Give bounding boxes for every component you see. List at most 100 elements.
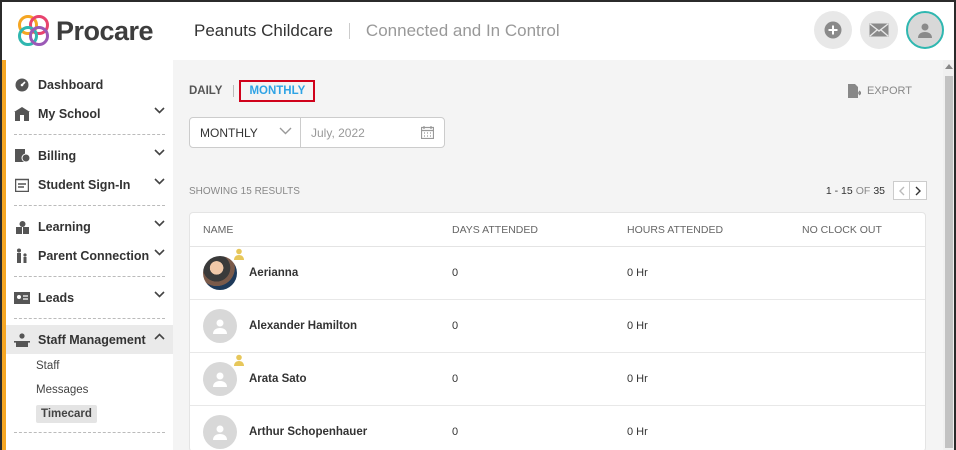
sidebar-item-my-school[interactable]: My School (6, 99, 173, 128)
chevron-up-icon (154, 333, 165, 340)
sidebar-item-student-sign-in[interactable]: Student Sign-In (6, 170, 173, 199)
column-header-hours-attended[interactable]: HOURS ATTENDED (627, 224, 802, 236)
sidebar-item-label: Leads (38, 290, 75, 305)
chevron-right-icon (915, 186, 921, 195)
sidebar-subitem-label: Timecard (36, 405, 97, 423)
sidebar-item-label: My School (38, 106, 101, 121)
parent-icon (14, 248, 30, 264)
chevron-down-icon (279, 127, 292, 135)
staff-name[interactable]: Alexander Hamilton (249, 320, 357, 332)
avatar (203, 354, 244, 396)
sidebar-divider (14, 134, 165, 135)
column-header-no-clock-out[interactable]: NO CLOCK OUT (802, 224, 925, 236)
staff-name[interactable]: Arata Sato (249, 373, 307, 385)
sidebar-divider (14, 318, 165, 319)
user-placeholder-icon (213, 425, 227, 440)
sidebar-item-label: Parent Connection (38, 248, 150, 263)
days-attended: 0 (452, 373, 459, 385)
sidebar-item-dashboard[interactable]: Dashboard (6, 70, 173, 99)
page-scrollbar[interactable] (943, 60, 954, 450)
procare-logo[interactable]: Procare (16, 13, 194, 49)
export-file-icon (847, 84, 861, 98)
staff-icon (14, 332, 30, 348)
sidebar-subitem-timecard[interactable]: Timecard (6, 402, 173, 426)
envelope-icon (869, 23, 889, 37)
staff-name[interactable]: Arthur Schopenhauer (249, 426, 367, 438)
days-attended: 0 (452, 267, 459, 279)
user-avatar-button[interactable] (906, 11, 944, 49)
results-count: SHOWING 15 RESULTS (189, 186, 300, 197)
user-placeholder-icon (213, 319, 227, 334)
user-icon (918, 23, 932, 38)
tab-daily[interactable]: DAILY (189, 85, 222, 97)
user-placeholder-icon (213, 372, 227, 387)
admin-badge-icon (234, 354, 244, 366)
plus-circle-icon (824, 21, 842, 39)
sidebar-item-label: Dashboard (38, 77, 104, 92)
chevron-down-icon (154, 178, 165, 185)
column-header-days-attended[interactable]: DAYS ATTENDED (452, 224, 627, 236)
sidebar-subitem-label: Messages (36, 384, 89, 396)
header-divider (348, 23, 350, 39)
sign-in-icon (14, 177, 30, 193)
period-select[interactable]: MONTHLY (190, 118, 301, 147)
messages-button[interactable] (860, 11, 898, 49)
period-filter: MONTHLY July, 2022 (189, 117, 445, 148)
pagination: 1 - 15 OF 35 (826, 181, 927, 200)
school-icon (14, 106, 30, 122)
view-tabs: DAILY MONTHLY (189, 80, 316, 102)
tab-monthly[interactable]: MONTHLY (239, 80, 316, 102)
sidebar-divider (14, 276, 165, 277)
chevron-down-icon (154, 107, 165, 114)
hours-attended: 0 Hr (627, 426, 648, 438)
chevron-down-icon (154, 249, 165, 256)
table-row[interactable]: Alexander Hamilton 0 0 Hr (190, 300, 925, 353)
pagination-of: OF (855, 184, 871, 197)
hours-attended: 0 Hr (627, 320, 648, 332)
avatar (203, 309, 237, 343)
export-button[interactable]: EXPORT (847, 84, 912, 98)
dashboard-icon (14, 77, 30, 93)
add-button[interactable] (814, 11, 852, 49)
sidebar-divider (14, 432, 165, 433)
sidebar-item-parent-connection[interactable]: Parent Connection (6, 241, 173, 270)
sidebar-subitem-label: Staff (36, 360, 60, 372)
table-row[interactable]: Arata Sato 0 0 Hr (190, 353, 925, 406)
column-header-name[interactable]: NAME (190, 224, 452, 236)
table-row[interactable]: Aerianna 0 0 Hr (190, 247, 925, 300)
scroll-up-arrow-icon[interactable] (945, 64, 953, 69)
sidebar-item-learning[interactable]: Learning (6, 212, 173, 241)
hours-attended: 0 Hr (627, 373, 648, 385)
top-bar: Procare Peanuts Childcare Connected and … (2, 2, 954, 60)
staff-name[interactable]: Aerianna (249, 267, 298, 279)
sidebar-item-staff-management[interactable]: Staff Management (6, 325, 173, 354)
tagline: Connected and In Control (365, 21, 560, 40)
sidebar-item-billing[interactable]: Billing (6, 141, 173, 170)
days-attended: 0 (452, 320, 459, 332)
sidebar-item-label: Learning (38, 219, 91, 234)
avatar (203, 248, 244, 290)
tab-divider (233, 85, 235, 97)
hours-attended: 0 Hr (627, 267, 648, 279)
calendar-icon (421, 126, 434, 139)
chevron-down-icon (154, 291, 165, 298)
table-row[interactable]: Arthur Schopenhauer 0 0 Hr (190, 406, 925, 450)
month-picker[interactable]: July, 2022 (301, 118, 444, 147)
avatar (203, 415, 237, 449)
sidebar-subitem-messages[interactable]: Messages (6, 378, 173, 402)
next-page-button[interactable] (910, 181, 927, 200)
billing-icon (14, 148, 30, 164)
leads-icon (14, 290, 30, 306)
month-picker-value: July, 2022 (311, 125, 365, 140)
admin-badge-icon (234, 248, 244, 260)
procare-logo-icon (16, 13, 52, 49)
sidebar-item-leads[interactable]: Leads (6, 283, 173, 312)
sidebar-item-label: Billing (38, 148, 77, 163)
sidebar-item-label: Staff Management (38, 332, 146, 347)
previous-page-button[interactable] (893, 181, 910, 200)
period-select-value: MONTHLY (200, 125, 258, 140)
sidebar-subitem-staff[interactable]: Staff (6, 354, 173, 378)
learning-icon (14, 219, 30, 235)
export-label: EXPORT (866, 85, 912, 97)
scrollbar-thumb[interactable] (945, 76, 953, 448)
